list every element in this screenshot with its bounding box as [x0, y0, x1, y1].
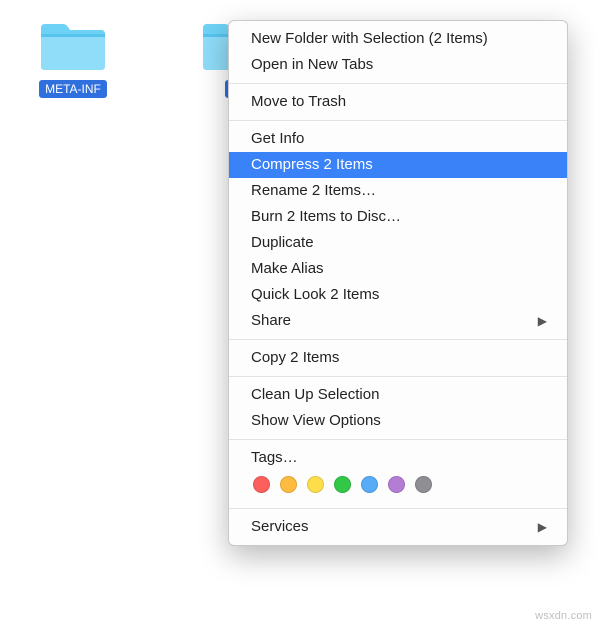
menu-label: Quick Look 2 Items	[251, 285, 379, 305]
menu-label: Copy 2 Items	[251, 348, 339, 368]
tag-gray[interactable]	[415, 476, 432, 493]
menu-separator	[229, 83, 567, 84]
menu-show-view-options[interactable]: Show View Options	[229, 408, 567, 434]
context-menu: New Folder with Selection (2 Items) Open…	[228, 20, 568, 546]
menu-tags-label: Tags…	[251, 448, 547, 468]
menu-separator	[229, 376, 567, 377]
menu-label: Clean Up Selection	[251, 385, 379, 405]
menu-services[interactable]: Services ▶	[229, 514, 567, 540]
menu-separator	[229, 508, 567, 509]
watermark-text: wsxdn.com	[535, 610, 592, 622]
menu-tags-section: Tags…	[229, 445, 567, 503]
menu-copy[interactable]: Copy 2 Items	[229, 345, 567, 371]
menu-get-info[interactable]: Get Info	[229, 126, 567, 152]
menu-make-alias[interactable]: Make Alias	[229, 256, 567, 282]
menu-label: Burn 2 Items to Disc…	[251, 207, 401, 227]
menu-share[interactable]: Share ▶	[229, 308, 567, 334]
menu-label: Share	[251, 311, 291, 331]
menu-burn[interactable]: Burn 2 Items to Disc…	[229, 204, 567, 230]
menu-label: Move to Trash	[251, 92, 346, 112]
tag-red[interactable]	[253, 476, 270, 493]
menu-separator	[229, 339, 567, 340]
menu-label: Show View Options	[251, 411, 381, 431]
menu-label: Make Alias	[251, 259, 324, 279]
menu-compress[interactable]: Compress 2 Items	[229, 152, 567, 178]
folder-icon	[37, 18, 109, 74]
menu-open-in-new-tabs[interactable]: Open in New Tabs	[229, 52, 567, 78]
tag-yellow[interactable]	[307, 476, 324, 493]
menu-duplicate[interactable]: Duplicate	[229, 230, 567, 256]
menu-rename[interactable]: Rename 2 Items…	[229, 178, 567, 204]
menu-clean-up-selection[interactable]: Clean Up Selection	[229, 382, 567, 408]
folder-item-meta-inf[interactable]: META-INF	[28, 18, 118, 98]
menu-new-folder-with-selection[interactable]: New Folder with Selection (2 Items)	[229, 26, 567, 52]
tag-blue[interactable]	[361, 476, 378, 493]
tag-purple[interactable]	[388, 476, 405, 493]
menu-separator	[229, 120, 567, 121]
menu-label: Duplicate	[251, 233, 314, 253]
menu-separator	[229, 439, 567, 440]
tag-color-row	[251, 476, 547, 493]
chevron-right-icon: ▶	[538, 517, 547, 537]
tag-orange[interactable]	[280, 476, 297, 493]
menu-label: New Folder with Selection (2 Items)	[251, 29, 488, 49]
menu-label: Get Info	[251, 129, 304, 149]
menu-label: Rename 2 Items…	[251, 181, 376, 201]
menu-move-to-trash[interactable]: Move to Trash	[229, 89, 567, 115]
menu-label: Compress 2 Items	[251, 155, 373, 175]
menu-quick-look[interactable]: Quick Look 2 Items	[229, 282, 567, 308]
menu-label: Services	[251, 517, 309, 537]
finder-window-area[interactable]: META-INF sy New Folder with Selection (2…	[0, 0, 600, 628]
menu-label: Open in New Tabs	[251, 55, 373, 75]
chevron-right-icon: ▶	[538, 311, 547, 331]
tag-green[interactable]	[334, 476, 351, 493]
folder-label: META-INF	[39, 80, 107, 98]
